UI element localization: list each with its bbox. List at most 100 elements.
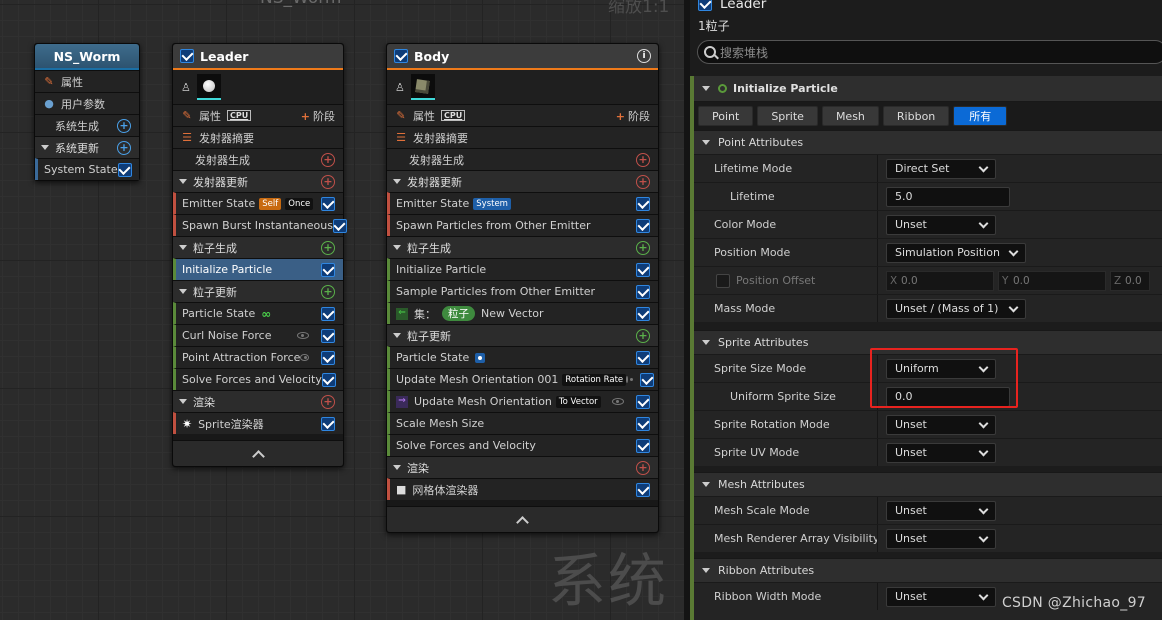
body-properties-row[interactable]: ✎ 属性 CPU + 阶段 — [387, 104, 658, 126]
leader-emitter-update-row[interactable]: 发射器更新 + — [173, 170, 343, 192]
mesh-visibility-dropdown[interactable]: Unset — [886, 528, 996, 549]
system-state-checkbox[interactable] — [117, 162, 132, 177]
system-state-row[interactable]: System State — [35, 158, 139, 180]
lifetime-input[interactable]: 5.0 — [886, 186, 1010, 207]
niagara-system-graph[interactable]: NS_Worm 缩放1:1 系统 NS_Worm ✎ 属性 ● 用户参数 系统生成 +… — [0, 0, 690, 620]
leader-emitter-spawn-row[interactable]: 发射器生成 + — [173, 148, 343, 170]
eye-icon[interactable] — [300, 354, 309, 361]
body-set-vector-row[interactable]: ⇐ 集： 粒子 New Vector — [387, 302, 658, 324]
eye-icon[interactable] — [612, 398, 624, 405]
sprite-thumbnail[interactable] — [196, 74, 221, 100]
body-collapse-button[interactable] — [387, 506, 658, 532]
sprite-uv-mode-dropdown[interactable]: Unset — [886, 442, 996, 463]
body-enable-checkbox[interactable] — [394, 49, 408, 63]
initialize-particle-checkbox[interactable] — [636, 262, 650, 277]
offset-z-field[interactable]: Z 0.0 — [1110, 270, 1150, 291]
add-module-icon[interactable]: + — [636, 240, 650, 255]
leader-solve-forces-row[interactable]: Solve Forces and Velocity — [173, 368, 343, 390]
sample-particles-checkbox[interactable] — [636, 284, 650, 299]
sprite-rotation-mode-dropdown[interactable]: Unset — [886, 414, 996, 435]
add-stage-button[interactable]: + 阶段 — [301, 108, 335, 124]
system-node[interactable]: NS_Worm ✎ 属性 ● 用户参数 系统生成 + 系统更新 + System Sta… — [34, 43, 140, 181]
body-scale-mesh-row[interactable]: Scale Mesh Size — [387, 412, 658, 434]
body-spawn-from-other-row[interactable]: Spawn Particles from Other Emitter — [387, 214, 658, 236]
leader-point-attraction-row[interactable]: Point Attraction Force — [173, 346, 343, 368]
spawn-burst-checkbox[interactable] — [332, 218, 347, 233]
system-properties-row[interactable]: ✎ 属性 — [35, 70, 139, 92]
system-user-params-row[interactable]: ● 用户参数 — [35, 92, 139, 114]
add-module-icon[interactable]: + — [321, 152, 335, 167]
offset-x-field[interactable]: X 0.0 — [886, 270, 994, 291]
leader-sprite-renderer-row[interactable]: ✷ Sprite渲染器 — [173, 412, 343, 434]
body-emitter-summary-row[interactable]: ☰ 发射器摘要 — [387, 126, 658, 148]
point-attraction-checkbox[interactable] — [321, 350, 335, 365]
tab-mesh[interactable]: Mesh — [821, 106, 879, 126]
body-node-header[interactable]: Body i — [387, 44, 658, 70]
tab-point[interactable]: Point — [698, 106, 754, 126]
system-node-title[interactable]: NS_Worm — [35, 44, 139, 70]
add-renderer-icon[interactable]: + — [321, 394, 335, 409]
leader-collapse-button[interactable] — [173, 440, 343, 466]
sprite-size-mode-dropdown[interactable]: Uniform — [886, 358, 996, 379]
mesh-attributes-group[interactable]: Mesh Attributes — [694, 472, 1162, 496]
system-update-row[interactable]: 系统更新 + — [35, 136, 139, 158]
leader-particle-state-row[interactable]: Particle State ∞ — [173, 302, 343, 324]
eye-icon[interactable] — [297, 332, 309, 339]
body-emitter-node[interactable]: Body i ♙ ✎ 属性 CPU + 阶段 ☰ 发射器摘要 发射器生成 + 发射器更新 + E… — [386, 43, 659, 533]
emitter-state-checkbox[interactable] — [636, 196, 650, 211]
body-emitter-state-row[interactable]: Emitter State System — [387, 192, 658, 214]
module-header[interactable]: Initialize Particle — [694, 76, 1162, 102]
tab-all[interactable]: 所有 — [953, 106, 1008, 126]
leader-emitter-state-row[interactable]: Emitter State Self Once — [173, 192, 343, 214]
info-icon[interactable]: i — [637, 49, 651, 63]
solve-forces-checkbox[interactable] — [636, 438, 650, 453]
add-module-icon[interactable]: + — [636, 174, 650, 189]
add-module-icon[interactable]: + — [321, 284, 335, 299]
body-emitter-update-row[interactable]: 发射器更新 + — [387, 170, 658, 192]
uniform-sprite-size-input[interactable]: 0.0 — [886, 386, 1010, 407]
emitter-state-checkbox[interactable] — [321, 196, 335, 211]
body-particle-update-row[interactable]: 粒子更新 + — [387, 324, 658, 346]
body-update-mesh-row[interactable]: ⇒ Update Mesh Orientation To Vector — [387, 390, 658, 412]
lifetime-mode-dropdown[interactable]: Direct Set — [886, 158, 996, 179]
emitter-enable-checkbox[interactable] — [698, 0, 712, 11]
leader-emitter-node[interactable]: Leader ♙ ✎ 属性 CPU + 阶段 ☰ 发射器摘要 发射器生成 + 发射器更新 + … — [172, 43, 347, 467]
body-render-row[interactable]: 渲染 + — [387, 456, 658, 478]
tab-sprite[interactable]: Sprite — [757, 106, 818, 126]
mass-mode-dropdown[interactable]: Unset / (Mass of 1) — [886, 298, 1026, 319]
point-attributes-group[interactable]: Point Attributes — [694, 130, 1162, 154]
leader-properties-row[interactable]: ✎ 属性 CPU + 阶段 — [173, 104, 343, 126]
body-mesh-renderer-row[interactable]: ■ 网格体渲染器 — [387, 478, 658, 500]
eye-icon[interactable] — [626, 376, 634, 383]
body-solve-forces-row[interactable]: Solve Forces and Velocity — [387, 434, 658, 456]
add-module-icon[interactable]: + — [117, 140, 131, 155]
system-spawn-row[interactable]: 系统生成 + — [35, 114, 139, 136]
add-module-icon[interactable]: + — [321, 240, 335, 255]
mesh-thumbnail[interactable] — [410, 74, 435, 100]
curl-noise-checkbox[interactable] — [321, 328, 335, 343]
mesh-scale-mode-dropdown[interactable]: Unset — [886, 500, 996, 521]
initialize-particle-checkbox[interactable] — [321, 262, 335, 277]
mesh-renderer-checkbox[interactable] — [636, 482, 650, 497]
body-particle-spawn-row[interactable]: 粒子生成 + — [387, 236, 658, 258]
add-module-icon[interactable]: + — [321, 174, 335, 189]
tab-ribbon[interactable]: Ribbon — [882, 106, 950, 126]
body-particle-state-row[interactable]: Particle State — [387, 346, 658, 368]
particle-state-checkbox[interactable] — [321, 306, 335, 321]
scale-mesh-checkbox[interactable] — [636, 416, 650, 431]
leader-curl-noise-row[interactable]: Curl Noise Force — [173, 324, 343, 346]
body-update-mesh-001-row[interactable]: Update Mesh Orientation 001 Rotation Rate — [387, 368, 658, 390]
body-sample-particles-row[interactable]: Sample Particles from Other Emitter — [387, 280, 658, 302]
add-renderer-icon[interactable]: + — [636, 460, 650, 475]
leader-emitter-summary-row[interactable]: ☰ 发射器摘要 — [173, 126, 343, 148]
sprite-renderer-checkbox[interactable] — [321, 416, 335, 431]
add-module-icon[interactable]: + — [636, 328, 650, 343]
ribbon-attributes-group[interactable]: Ribbon Attributes — [694, 558, 1162, 582]
update-mesh-001-checkbox[interactable] — [640, 372, 655, 387]
update-mesh-checkbox[interactable] — [636, 394, 650, 409]
set-vector-checkbox[interactable] — [636, 306, 650, 321]
ribbon-width-mode-dropdown[interactable]: Unset — [886, 586, 996, 607]
add-stage-button[interactable]: + 阶段 — [616, 108, 650, 124]
body-emitter-spawn-row[interactable]: 发射器生成 + — [387, 148, 658, 170]
particle-state-checkbox[interactable] — [636, 350, 650, 365]
